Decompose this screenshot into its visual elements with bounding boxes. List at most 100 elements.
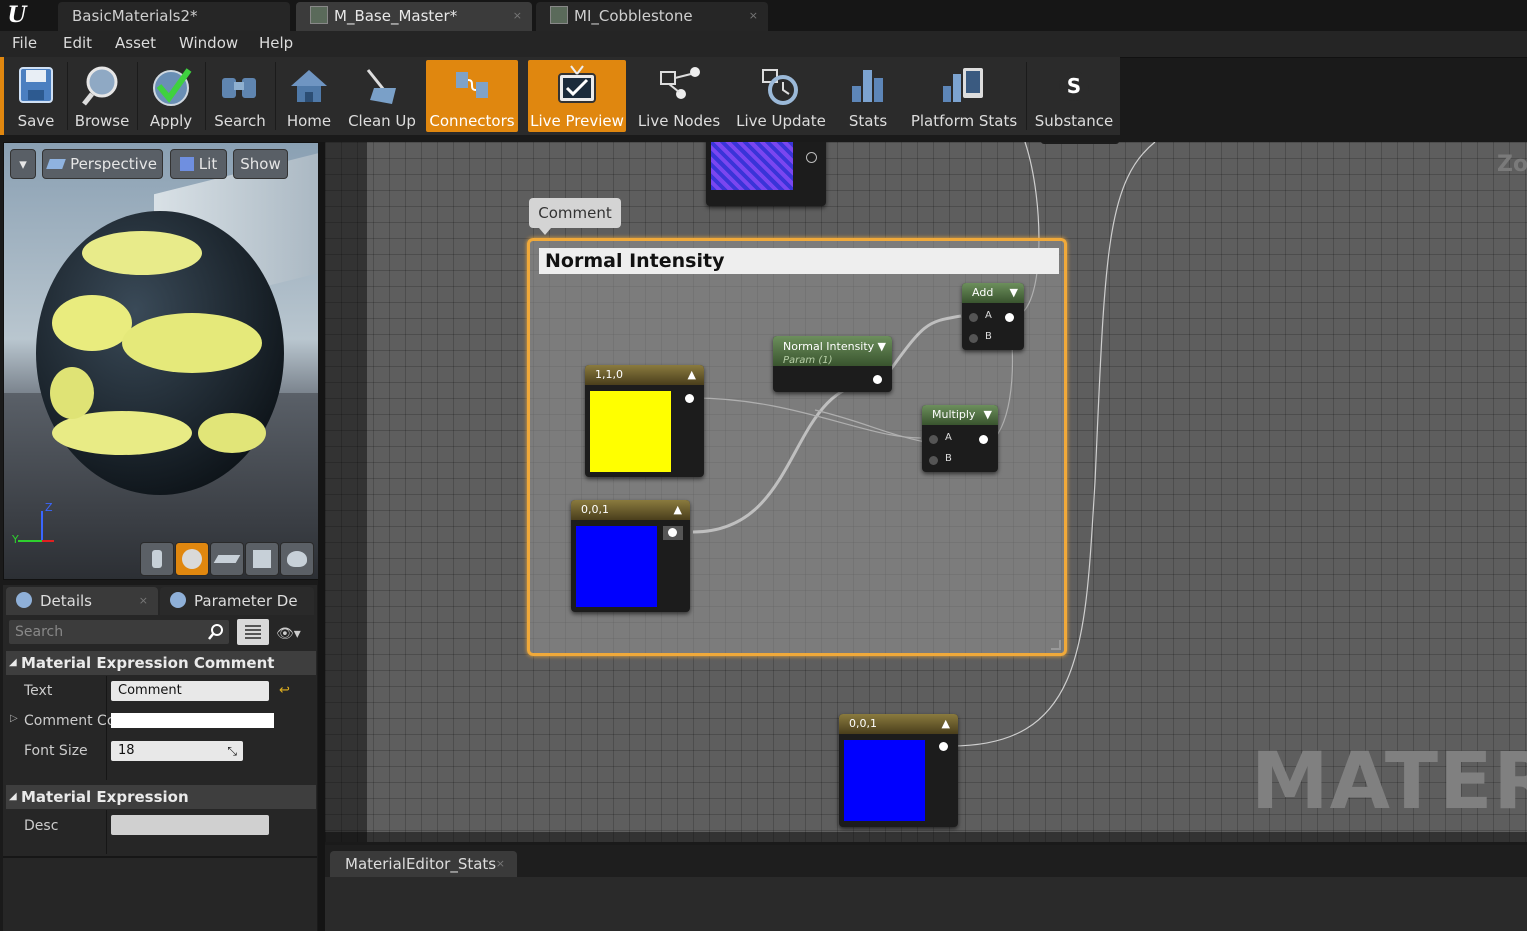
search-button[interactable]: Search	[208, 60, 272, 132]
input-pin-a[interactable]	[969, 313, 978, 322]
perspective-icon	[46, 159, 66, 169]
platform-stats-button[interactable]: Platform Stats	[906, 60, 1022, 132]
output-pin[interactable]	[663, 526, 683, 540]
comment-color-swatch[interactable]	[111, 713, 274, 728]
clean-up-button[interactable]: Clean Up	[346, 60, 418, 132]
visibility-toggle-icon[interactable]: 👁▾	[276, 626, 301, 642]
input-pin-b[interactable]	[929, 456, 938, 465]
close-icon[interactable]: ×	[139, 587, 148, 615]
desc-field[interactable]	[111, 815, 269, 835]
browse-icon	[82, 66, 118, 106]
input-pin-b[interactable]	[969, 334, 978, 343]
comment-color-label: Comment Co	[24, 713, 116, 729]
multiply-node[interactable]: Multiply ▼ A B	[922, 405, 998, 472]
panel-splitter[interactable]	[318, 142, 325, 931]
section-title: Material Expression Comment	[21, 654, 275, 672]
preview-custom-mesh-button[interactable]	[280, 542, 314, 576]
tab-m-base-master[interactable]: M_Base_Master* ×	[296, 2, 532, 31]
node-title: Normal Intensity	[783, 340, 875, 353]
node-header: Multiply ▼	[922, 405, 998, 425]
home-button[interactable]: Home	[278, 60, 340, 132]
preview-cylinder-button[interactable]	[140, 542, 174, 576]
browse-button[interactable]: Browse	[70, 60, 134, 132]
viewport-options-button[interactable]: ▾	[10, 149, 36, 179]
collapse-arrow-icon[interactable]: ▲	[674, 500, 682, 520]
reset-to-default-icon[interactable]: ↩	[279, 683, 290, 698]
add-node[interactable]: Add ▼ A B	[962, 283, 1024, 350]
collapse-arrow-icon[interactable]: ▲	[688, 365, 696, 385]
live-nodes-button[interactable]: Live Nodes	[634, 60, 724, 132]
input-pin-a[interactable]	[929, 435, 938, 444]
tab-parameter-defaults[interactable]: Parameter De	[160, 587, 314, 615]
stats-icon	[852, 70, 883, 102]
comment-text-field[interactable]: Comment	[111, 681, 269, 701]
clean-up-label: Clean Up	[348, 112, 416, 130]
view-options-button[interactable]	[237, 619, 269, 645]
live-update-icon	[762, 69, 798, 105]
close-icon[interactable]: ×	[749, 2, 758, 30]
font-size-value: 18	[118, 743, 135, 758]
preview-cube-button[interactable]	[245, 542, 279, 576]
perspective-button[interactable]: Perspective	[42, 149, 163, 179]
resize-grip-icon[interactable]	[1051, 640, 1061, 650]
lit-button[interactable]: Lit	[170, 149, 227, 179]
output-pin[interactable]	[979, 435, 988, 444]
section-material-expression[interactable]: ◢ Material Expression	[6, 785, 316, 809]
substance-button[interactable]: S Substance	[1030, 60, 1118, 132]
collapse-arrow-icon[interactable]: ▲	[942, 714, 950, 734]
save-label: Save	[17, 112, 55, 130]
save-button[interactable]: Save	[8, 60, 64, 132]
constant-yellow-node[interactable]: 1,1,0 ▲	[585, 365, 704, 477]
preview-viewport[interactable]: Z Y	[3, 142, 319, 580]
material-graph[interactable]: Zo Comment Normal Intensity 1,1,0 ▲ 0,0,1…	[325, 142, 1527, 842]
tab-material-editor-stats[interactable]: MaterialEditor_Stats ×	[330, 851, 517, 877]
output-pin[interactable]	[873, 375, 882, 384]
collapse-arrow-icon[interactable]: ▼	[878, 340, 886, 354]
menu-edit[interactable]: Edit	[63, 34, 92, 52]
node-title: 1,1,0	[595, 368, 623, 381]
toolbar-separator	[1026, 62, 1027, 130]
menu-help[interactable]: Help	[259, 34, 293, 52]
expand-icon[interactable]: ▷	[10, 713, 18, 724]
section-material-expression-comment[interactable]: ◢ Material Expression Comment	[6, 651, 316, 675]
collapse-icon: ◢	[9, 657, 17, 668]
live-update-button[interactable]: Live Update	[732, 60, 830, 132]
close-icon[interactable]: ×	[513, 2, 522, 30]
collapse-arrow-icon[interactable]: ▼	[984, 405, 992, 425]
comment-bubble[interactable]: Comment	[529, 198, 621, 228]
lit-icon	[179, 157, 194, 171]
details-divider	[106, 810, 107, 854]
font-size-field[interactable]: 18 ⤡	[111, 741, 243, 761]
unreal-logo-icon[interactable]: U	[4, 2, 30, 28]
tab-details[interactable]: Details ×	[6, 587, 158, 615]
details-search-input[interactable]: Search	[9, 620, 229, 644]
material-watermark: MATERIA	[1251, 737, 1527, 827]
output-pin[interactable]	[939, 742, 948, 751]
live-preview-button[interactable]: Live Preview	[528, 60, 626, 132]
menu-asset[interactable]: Asset	[115, 34, 156, 52]
menu-window[interactable]: Window	[179, 34, 238, 52]
material-icon	[310, 6, 328, 24]
output-pin[interactable]	[1005, 313, 1014, 322]
preview-sphere-button[interactable]	[175, 542, 209, 576]
preview-plane-button[interactable]	[210, 542, 244, 576]
axis-x-line	[42, 540, 54, 542]
apply-button[interactable]: Apply	[140, 60, 202, 132]
tab-basic-materials[interactable]: BasicMaterials2*	[58, 2, 290, 31]
collapse-arrow-icon[interactable]: ▼	[1010, 283, 1018, 303]
comment-title-bar[interactable]: Normal Intensity	[539, 248, 1059, 274]
close-icon[interactable]: ×	[496, 851, 505, 877]
connectors-icon	[456, 72, 488, 98]
normal-intensity-param-node[interactable]: Normal Intensity Param (1) ▼	[773, 336, 892, 392]
node-header: Add ▼	[962, 283, 1024, 303]
tab-mi-cobblestone[interactable]: MI_Cobblestone ×	[536, 2, 768, 31]
spin-arrows-icon[interactable]: ⤡	[227, 741, 237, 761]
constant-blue-node-2[interactable]: 0,0,1 ▲	[839, 714, 958, 827]
output-pin[interactable]	[685, 394, 694, 403]
constant-blue-node[interactable]: 0,0,1 ▲	[571, 500, 690, 612]
stats-button[interactable]: Stats	[838, 60, 898, 132]
menu-file[interactable]: File	[12, 34, 37, 52]
show-button[interactable]: Show	[233, 149, 288, 179]
connectors-button[interactable]: Connectors	[426, 60, 518, 132]
node-header: 1,1,0 ▲	[585, 365, 704, 385]
